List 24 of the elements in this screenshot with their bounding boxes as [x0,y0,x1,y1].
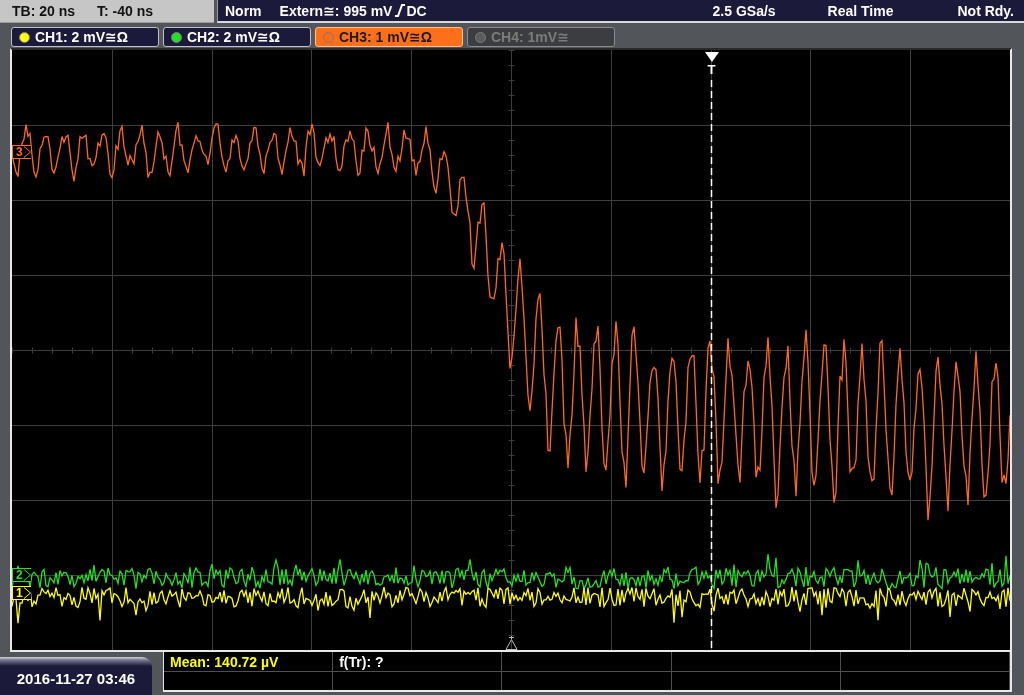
chevron-icon [23,146,31,158]
sample-rate-label: 2.5 GSa/s [712,2,776,19]
measurement-readout: f(Tr): ? [339,654,384,670]
timebase-label: TB: 20 ns [12,3,75,19]
rising-edge-icon [395,4,406,17]
date-time: 2016-11-27 03:46 [0,657,152,695]
trigger-mode-label: Norm [225,2,262,19]
acquisition-mode-label: Real Time [827,2,894,19]
trigger-offset-label: T: -40 ns [97,3,154,19]
channel-marker[interactable]: 3 [12,145,31,159]
position-triangle-icon [505,636,518,650]
chevron-icon [23,569,31,581]
channel-marker[interactable]: 2 [12,568,31,582]
trigger-label: T [707,63,716,76]
coupling-label: DC [406,2,427,19]
chevron-icon [23,587,31,599]
channel-tab[interactable]: CH3: 1 mV≅Ω [315,27,463,47]
channel-marker[interactable]: 1 [12,586,31,600]
channel-tab[interactable]: CH2: 2 mV≅Ω [163,27,311,47]
triangle-icon [704,52,719,62]
measurement-readout: Mean: 140.72 µV [170,654,279,670]
trigger-level-label: Extern≅: 995 mV [279,2,393,19]
channel-tab[interactable]: CH1: 2 mV≅Ω [11,27,159,47]
acquisition-state-label: Not Rdy. [957,2,1014,19]
